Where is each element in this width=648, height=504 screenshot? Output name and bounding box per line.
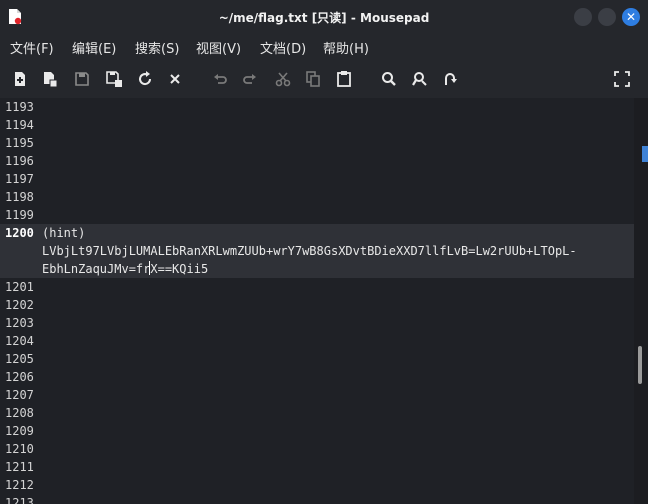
maximize-button[interactable] [598,8,616,26]
menu-help[interactable]: 帮助(H) [323,38,369,57]
line-number: 1198 [5,190,34,204]
reload-icon[interactable] [135,69,155,89]
find-replace-icon[interactable] [410,69,430,89]
new-document-icon[interactable] [10,69,30,89]
cut-icon[interactable] [273,69,293,89]
copy-icon[interactable] [303,69,323,89]
line-number: 1212 [5,478,34,492]
new-window-icon[interactable] [40,69,60,89]
find-icon[interactable] [379,69,399,89]
line-number: 1197 [5,172,34,186]
line-number: 1207 [5,388,34,402]
menu-view[interactable]: 视图(V) [196,38,241,57]
text-cursor [149,261,150,275]
window-title: ~/me/flag.txt [只读] - Mousepad [218,11,430,25]
line-number: 1205 [5,352,34,366]
line-number: 1201 [5,280,34,294]
undo-icon[interactable] [210,69,230,89]
line-number-gutter: 1193 1194 1195 1196 1197 1198 1199 1200 … [0,98,40,504]
title-bar: ~/me/flag.txt [只读] - Mousepad ✕ [0,0,648,34]
line-number: 1211 [5,460,34,474]
save-icon[interactable] [72,69,92,89]
line-number: 1209 [5,424,34,438]
line-number: 1199 [5,208,34,222]
menu-edit[interactable]: 编辑(E) [72,38,116,57]
line-number: 1194 [5,118,34,132]
line-number: 1208 [5,406,34,420]
menu-file[interactable]: 文件(F) [10,38,54,57]
line-number: 1213 [5,496,34,504]
line-number: 1204 [5,334,34,348]
window-edge-marker [642,146,648,162]
line-number: 1203 [5,316,34,330]
line-number: 1193 [5,100,34,114]
save-as-icon[interactable] [104,69,124,89]
text-line-cipher-1: LVbjLt97LVbjLUMALEbRanXRLwmZUUb+wrY7wB8G… [42,244,577,258]
toolbar [0,60,648,98]
paste-icon[interactable] [334,69,354,89]
redo-icon[interactable] [240,69,260,89]
line-number: 1206 [5,370,34,384]
scrollbar-thumb[interactable] [638,346,642,384]
menu-document[interactable]: 文档(D) [260,38,306,57]
text-line-hint: (hint) [42,226,86,240]
line-number: 1195 [5,136,34,150]
current-line-number: 1200 [5,226,34,240]
line-number: 1202 [5,298,34,312]
line-number: 1210 [5,442,34,456]
minimize-button[interactable] [574,8,592,26]
text-editor[interactable]: 1193 1194 1195 1196 1197 1198 1199 1200 … [0,98,634,504]
line-number: 1196 [5,154,34,168]
fullscreen-icon[interactable] [612,69,632,89]
go-to-line-icon[interactable] [440,69,460,89]
close-tab-icon[interactable] [165,69,185,89]
close-window-button[interactable]: ✕ [622,8,640,26]
menu-bar: 文件(F) 编辑(E) 搜索(S) 视图(V) 文档(D) 帮助(H) [0,34,648,60]
menu-search[interactable]: 搜索(S) [135,38,179,57]
close-icon: ✕ [625,10,637,24]
text-line-cipher-2: EbhLnZaquJMv=frX==KQii5 [42,262,209,276]
